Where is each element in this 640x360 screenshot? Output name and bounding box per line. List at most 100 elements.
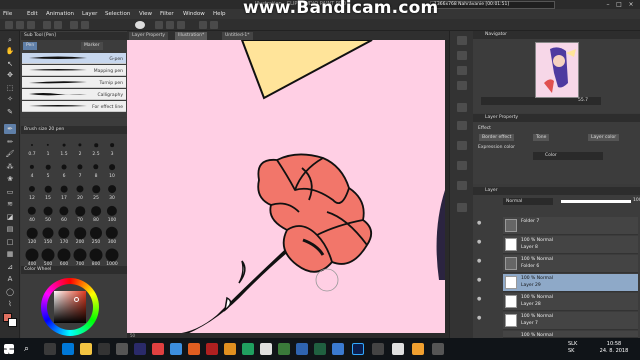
brush-size-preset[interactable] xyxy=(25,182,39,196)
figure-tool-icon[interactable]: □ xyxy=(4,237,16,247)
layer-row[interactable]: Folder 7 xyxy=(503,217,638,235)
redo-icon[interactable] xyxy=(54,21,62,29)
expression-color-select[interactable]: Color xyxy=(533,152,603,160)
brush-size-preset[interactable] xyxy=(41,204,55,218)
mirror-icon[interactable] xyxy=(199,21,207,29)
brush-size-preset[interactable] xyxy=(89,138,103,152)
tone-button[interactable]: Tone xyxy=(533,134,550,141)
blend-tool-icon[interactable]: ≋ xyxy=(4,199,16,209)
correct-line-tool-icon[interactable]: ⌇ xyxy=(4,299,16,309)
brush-item-mapping-pen[interactable]: Mapping pen xyxy=(22,65,126,76)
opacity-slider[interactable] xyxy=(561,200,631,203)
brush-size-preset[interactable] xyxy=(57,248,71,262)
brush-size-preset[interactable] xyxy=(89,160,103,174)
snap-special-ruler-icon[interactable] xyxy=(177,21,185,29)
eye-icon[interactable]: ● xyxy=(477,277,485,285)
brush-size-preset[interactable] xyxy=(25,138,39,152)
hand-tool-icon[interactable]: ✋ xyxy=(4,46,16,56)
brush-item-effect-line[interactable]: For effect line xyxy=(22,101,126,112)
brush-size-preset[interactable] xyxy=(73,182,87,196)
brush-size-preset[interactable] xyxy=(41,182,55,196)
app-icon[interactable] xyxy=(314,343,326,355)
eye-icon[interactable]: ● xyxy=(477,315,485,323)
menu-view[interactable]: View xyxy=(139,11,152,17)
layer-row-selected[interactable]: 100 % Normal Layer 29 xyxy=(503,274,638,292)
menu-animation[interactable]: Animation xyxy=(46,11,74,17)
edge-icon[interactable] xyxy=(62,343,74,355)
eye-icon[interactable]: ● xyxy=(477,220,485,228)
tab-marker[interactable]: Marker xyxy=(81,42,103,50)
eraser-tool-icon[interactable]: ▭ xyxy=(4,187,16,197)
brush-size-preset[interactable] xyxy=(105,204,119,218)
word-icon[interactable] xyxy=(296,343,308,355)
brush-size-preset[interactable] xyxy=(89,204,103,218)
clear-icon[interactable] xyxy=(70,21,78,29)
search-icon[interactable]: ⌕ xyxy=(24,343,36,355)
start-icon[interactable] xyxy=(4,344,14,354)
app-icon[interactable] xyxy=(392,343,404,355)
menu-help[interactable]: Help xyxy=(213,11,226,17)
system-clock[interactable]: 10:58 24. 8. 2018 xyxy=(594,341,634,355)
brush-size-preset[interactable] xyxy=(105,226,119,240)
app-icon[interactable] xyxy=(224,343,236,355)
text-tool-icon[interactable]: A xyxy=(4,274,16,284)
bandicam-icon[interactable] xyxy=(206,343,218,355)
balloon-tool-icon[interactable]: ◯ xyxy=(4,287,16,297)
save-icon[interactable] xyxy=(27,21,35,29)
brush-size-preset[interactable] xyxy=(73,204,87,218)
brush-size-preset[interactable] xyxy=(41,138,55,152)
pencil-tool-icon[interactable]: ✏ xyxy=(4,137,16,147)
brush-size-preset[interactable] xyxy=(41,226,55,240)
blend-mode-select[interactable]: Normal xyxy=(503,198,553,205)
language-indicator[interactable]: SLK SK xyxy=(568,341,577,355)
clip-studio-taskbar-icon[interactable] xyxy=(372,343,384,355)
brush-size-preset[interactable] xyxy=(73,160,87,174)
brush-size-preset[interactable] xyxy=(73,138,87,152)
brush-size-preset[interactable] xyxy=(25,248,39,262)
eye-icon[interactable]: ● xyxy=(477,296,485,304)
brush-size-preset[interactable] xyxy=(41,248,55,262)
eye-icon[interactable]: ● xyxy=(477,239,485,247)
brush-size-preset[interactable] xyxy=(57,182,71,196)
file-explorer-icon[interactable] xyxy=(80,343,92,355)
menu-selection[interactable]: Selection xyxy=(105,11,130,17)
brush-size-preset[interactable] xyxy=(57,226,71,240)
drawing-canvas[interactable] xyxy=(127,40,445,334)
tab-layer-property[interactable]: Layer Property xyxy=(129,32,169,40)
brush-size-preset[interactable] xyxy=(105,248,119,262)
eye-icon[interactable]: ● xyxy=(477,258,485,266)
menu-layer[interactable]: Layer xyxy=(82,11,97,17)
menu-filter[interactable]: Filter xyxy=(160,11,174,17)
navigator-preview[interactable] xyxy=(535,42,579,98)
brush-size-preset[interactable] xyxy=(89,182,103,196)
eyedropper-tool-icon[interactable]: ✎ xyxy=(4,107,16,117)
app-icon[interactable] xyxy=(278,343,290,355)
panel-icon-7[interactable] xyxy=(457,141,467,150)
app-icon[interactable] xyxy=(152,343,164,355)
frame-tool-icon[interactable]: ▦ xyxy=(4,249,16,259)
panel-icon-5[interactable] xyxy=(457,103,467,112)
menu-edit[interactable]: Edit xyxy=(27,11,38,17)
clip-studio-icon[interactable] xyxy=(135,21,145,29)
brush-item-turnip-pen[interactable]: Turnip pen xyxy=(22,77,126,88)
panel-icon-9[interactable] xyxy=(457,181,467,190)
open-file-icon[interactable] xyxy=(16,21,24,29)
menu-window[interactable]: Window xyxy=(183,11,205,17)
new-file-icon[interactable] xyxy=(5,21,13,29)
brush-item-g-pen[interactable]: G-pen xyxy=(22,53,126,64)
panel-icon-8[interactable] xyxy=(457,161,467,170)
brush-size-preset[interactable] xyxy=(57,204,71,218)
transform-icon[interactable] xyxy=(81,21,89,29)
app-icon[interactable] xyxy=(188,343,200,355)
chrome-icon[interactable] xyxy=(242,343,254,355)
app-icon[interactable] xyxy=(412,343,424,355)
brush-size-preset[interactable] xyxy=(73,226,87,240)
panel-icon-10[interactable] xyxy=(457,203,467,212)
layer-row[interactable]: 100 % Normal Layer 8 xyxy=(503,236,638,254)
decoration-tool-icon[interactable]: ❀ xyxy=(4,174,16,184)
brush-size-preset[interactable] xyxy=(25,226,39,240)
layer-row[interactable]: 100 % Normal xyxy=(503,331,638,338)
brush-size-preset[interactable] xyxy=(25,160,39,174)
layer-row[interactable]: 100 % Normal Folder 6 xyxy=(503,255,638,273)
gradient-tool-icon[interactable]: ▤ xyxy=(4,224,16,234)
